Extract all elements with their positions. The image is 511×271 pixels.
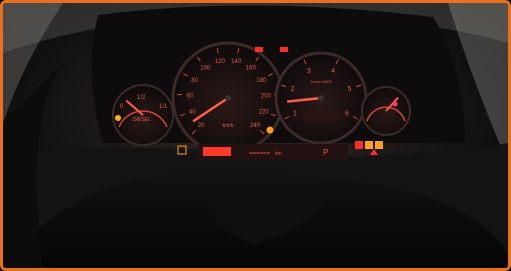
tachometer-hub (318, 95, 324, 101)
fuel-tag: DIESEL (133, 117, 151, 123)
lower-display-strip: ====== km P (177, 144, 348, 160)
engine-warning-icon (375, 141, 383, 149)
speedometer-tick-label: 20 (198, 123, 205, 129)
tachometer-tick-label: 1 (293, 110, 297, 117)
abs-warning-icon (355, 141, 363, 149)
speedometer-tick-label: 120 (215, 59, 226, 65)
tachometer-tick-label: 6 (345, 110, 349, 117)
speedometer-tick-label: 60 (187, 93, 194, 99)
photo-frame: 0 1/2 1/1 DIESEL 20 40 60 80 100 120 140 160 180… (0, 0, 511, 271)
temp-gauge (361, 86, 411, 136)
tachometer-tick-label: 5 (348, 86, 352, 93)
speedometer-tick-label: 240 (250, 123, 261, 129)
odometer-led-bar (203, 147, 231, 156)
speedometer-tick-label: 180 (256, 78, 267, 84)
fuel-warning-icon (115, 115, 121, 121)
tachometer-tick-label: 3 (307, 68, 311, 75)
odometer-unit: km (275, 151, 282, 157)
speedometer-tick-label: 160 (246, 66, 257, 72)
speedometer-tick-label: 80 (191, 78, 198, 84)
fuel-full-label: 1/1 (159, 104, 168, 110)
gear-indicator: P (323, 148, 328, 157)
temp-warning-icon (392, 101, 398, 107)
fuel-gauge: 0 1/2 1/1 DIESEL (112, 84, 174, 146)
speedometer-unit: km/h (223, 123, 234, 129)
speedometer-tick-label: 220 (259, 109, 270, 115)
tachometer-unit: 1/min x1000 (310, 79, 333, 84)
tachometer-tick-label: 4 (331, 68, 335, 75)
speedometer: 20 40 60 80100 120 140 160 180 200 220 240 km/h (171, 41, 285, 155)
tachometer-tick-label: 2 (291, 86, 295, 93)
odometer-display: ====== (249, 151, 271, 157)
brake-warning-icon (266, 126, 274, 134)
speedometer-tick-label: 40 (189, 109, 196, 115)
speedometer-tick-label: 100 (200, 66, 211, 72)
speedometer-tick-label: 200 (261, 93, 272, 99)
oil-warning-icon (280, 47, 288, 52)
tachometer: 1 2 3 4 5 6 1/min x1000 (274, 51, 368, 145)
instrument-cluster-photo: 0 1/2 1/1 DIESEL 20 40 60 80100 120 140 160 180… (3, 3, 508, 268)
dsc-warning-icon (365, 141, 373, 149)
battery-warning-icon (255, 47, 263, 52)
speedometer-tick-label: 140 (231, 59, 242, 65)
speedometer-hub (225, 95, 231, 101)
fuel-half-label: 1/2 (137, 95, 146, 101)
economy-gauge (303, 111, 339, 121)
